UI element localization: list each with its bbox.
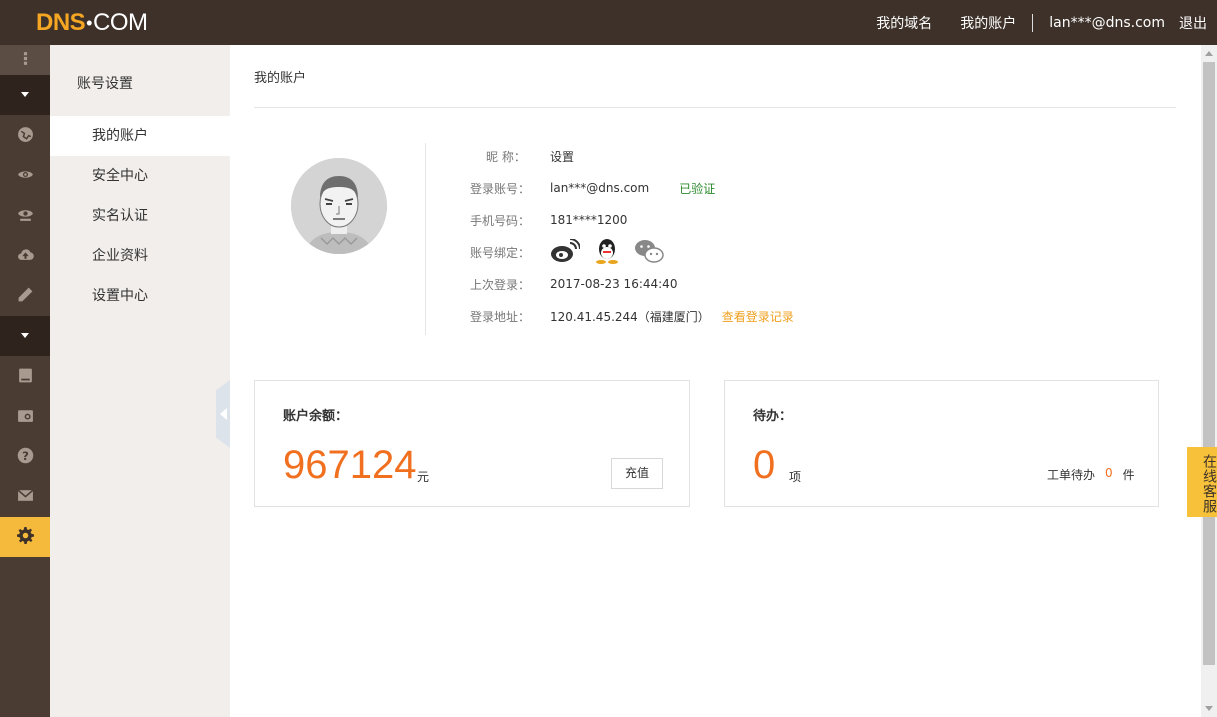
image-icon <box>17 407 34 428</box>
top-bar: DNS • COM 我的域名 我的账户 lan***@dns.com 退出 <box>0 0 1217 45</box>
globe-icon <box>17 126 34 147</box>
login-ip-label: 登录地址： <box>470 309 531 324</box>
account-label: 登录账号： <box>470 181 531 196</box>
logo-text-dns: DNS <box>36 9 86 36</box>
todo-card: 待办： 0 项 工单待办 0 件 <box>724 380 1159 507</box>
profile-divider <box>425 143 426 335</box>
main-content: 我的账户 昵 称： 设置 登录账号： lan***@dns.com 已验证 手机… <box>230 45 1201 717</box>
rail-media-button[interactable] <box>0 397 50 437</box>
sidebar-item-my-account[interactable]: 我的账户 <box>50 116 230 156</box>
todo-heading: 待办： <box>753 409 793 424</box>
title-divider <box>254 107 1176 108</box>
phone-label: 手机号码： <box>470 213 531 228</box>
page-title: 我的账户 <box>254 71 307 86</box>
ticket-unit: 件 <box>1122 468 1135 482</box>
balance-heading: 账户余额： <box>283 409 349 424</box>
profile-row-login-ip: 登录地址： 120.41.45.244（福建厦门） 查看登录记录 <box>470 306 794 326</box>
qq-icon[interactable] <box>594 238 620 267</box>
sidebar-item-settings-center[interactable]: 设置中心 <box>50 276 230 316</box>
scroll-up-arrow-icon[interactable] <box>1205 51 1213 56</box>
balance-amount: 967124 <box>283 443 417 487</box>
todo-unit: 项 <box>789 470 802 484</box>
profile-row-binding: 账号绑定： <box>470 237 678 264</box>
chevron-left-icon <box>220 408 227 420</box>
rail-monitor-button[interactable] <box>0 156 50 196</box>
scroll-down-arrow-icon[interactable] <box>1205 706 1213 711</box>
rail-cloud-button[interactable] <box>0 236 50 276</box>
ticket-label: 工单待办 <box>1047 468 1096 482</box>
nav-separator <box>1032 13 1034 32</box>
account-settings-sidebar: 账号设置 我的账户 安全中心 实名认证 企业资料 设置中心 <box>50 45 230 717</box>
sidebar-item-company-info[interactable]: 企业资料 <box>50 236 230 276</box>
nav-my-domains[interactable]: 我的域名 <box>876 13 932 33</box>
login-ip-value: 120.41.45.244（福建厦门） <box>550 309 710 324</box>
login-history-link[interactable]: 查看登录记录 <box>722 308 794 325</box>
nickname-label: 昵 称： <box>486 149 526 164</box>
sidebar-item-real-name[interactable]: 实名认证 <box>50 196 230 236</box>
rail-docs-button[interactable] <box>0 357 50 397</box>
rail-domain-button[interactable] <box>0 116 50 156</box>
avatar-cartoon-face-icon <box>291 158 387 254</box>
verified-badge: 已验证 <box>679 181 716 196</box>
account-value: lan***@dns.com <box>550 181 650 195</box>
help-icon: ? <box>17 447 34 468</box>
cloud-upload-icon <box>17 246 34 267</box>
binding-icons <box>550 237 678 267</box>
recharge-button[interactable]: 充值 <box>611 458 663 489</box>
rail-edit-button[interactable] <box>0 276 50 316</box>
rail-help-button[interactable]: ? <box>0 437 50 477</box>
sidebar-collapse-handle[interactable] <box>216 380 230 448</box>
vertical-scrollbar[interactable] <box>1201 45 1217 717</box>
book-icon <box>17 367 34 388</box>
eye-icon <box>17 166 34 187</box>
rail-group-toggle-2[interactable] <box>0 316 50 356</box>
sidebar-item-security-center[interactable]: 安全中心 <box>50 156 230 196</box>
sidebar-title: 账号设置 <box>77 76 133 92</box>
nav-user-email[interactable]: lan***@dns.com <box>1049 15 1165 31</box>
grip-icon <box>17 50 34 71</box>
rail-watch-button[interactable] <box>0 196 50 236</box>
icon-rail: ? <box>0 45 50 717</box>
rail-mail-button[interactable] <box>0 477 50 517</box>
caret-down-icon <box>20 329 30 344</box>
gear-icon <box>16 526 34 548</box>
balance-unit: 元 <box>417 470 430 484</box>
avatar[interactable] <box>291 158 387 254</box>
monitor-eye-icon <box>17 206 34 227</box>
phone-value: 181****1200 <box>550 213 628 227</box>
mail-icon <box>17 487 34 508</box>
last-login-value: 2017-08-23 16:44:40 <box>550 277 678 291</box>
online-service-button[interactable]: 在线客服 <box>1187 447 1217 517</box>
scroll-thumb[interactable] <box>1203 62 1215 665</box>
profile-row-phone: 手机号码： 181****1200 <box>470 210 627 230</box>
rail-settings-button[interactable] <box>0 517 50 557</box>
balance-card: 账户余额： 967124 元 充值 <box>254 380 690 507</box>
profile-row-last-login: 上次登录： 2017-08-23 16:44:40 <box>470 274 677 294</box>
rail-group-toggle-1[interactable] <box>0 75 50 115</box>
profile-row-account: 登录账号： lan***@dns.com 已验证 <box>470 178 715 198</box>
wechat-icon[interactable] <box>634 238 664 267</box>
logo-dot: • <box>86 12 92 33</box>
logout-link[interactable]: 退出 <box>1179 13 1207 33</box>
dns-logo[interactable]: DNS • COM <box>36 9 148 36</box>
ticket-pending[interactable]: 工单待办 0 件 <box>1047 466 1135 483</box>
nav-my-account[interactable]: 我的账户 <box>960 13 1016 33</box>
todo-count: 0 <box>753 443 776 487</box>
pencil-icon <box>17 286 34 307</box>
logo-text-com: COM <box>92 9 148 36</box>
binding-label: 账号绑定： <box>470 245 531 260</box>
caret-down-icon <box>20 88 30 103</box>
top-nav: 我的域名 我的账户 lan***@dns.com 退出 <box>848 0 1207 45</box>
svg-text:?: ? <box>22 448 29 462</box>
last-login-label: 上次登录： <box>470 277 531 292</box>
set-nickname-link[interactable]: 设置 <box>550 148 574 165</box>
ticket-count: 0 <box>1105 466 1113 480</box>
profile-row-nickname: 昵 称： 设置 <box>470 146 574 166</box>
weibo-icon[interactable] <box>550 237 581 266</box>
rail-grip-button[interactable] <box>0 45 50 75</box>
